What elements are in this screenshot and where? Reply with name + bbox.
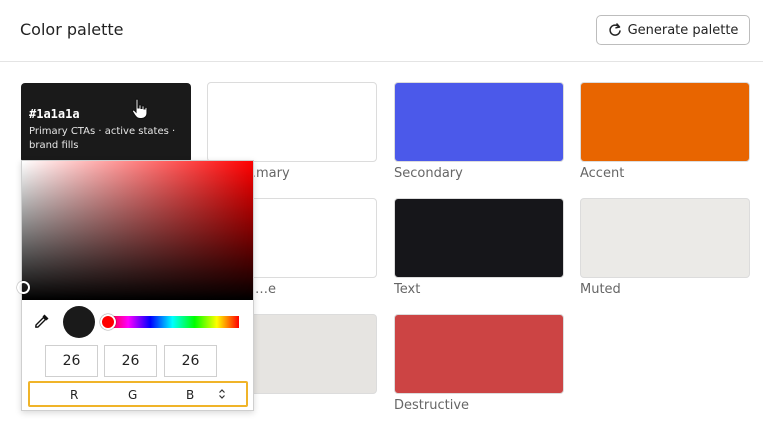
swatch-muted[interactable] — [580, 198, 750, 278]
blue-input[interactable] — [164, 345, 217, 377]
chevron-updown-icon[interactable] — [218, 388, 226, 400]
eyedropper-icon[interactable] — [34, 313, 50, 329]
color-preview — [63, 306, 95, 338]
refresh-sparkle-icon — [608, 23, 621, 36]
swatch-primary[interactable]: #1a1a1a Primary CTAs · active states · b… — [21, 83, 191, 163]
generate-palette-button[interactable]: Generate palette — [596, 15, 750, 45]
mode-label-b: B — [186, 388, 195, 402]
color-picker-popover: R G B — [17, 160, 254, 411]
generate-palette-label: Generate palette — [627, 22, 739, 38]
swatch-primary-foreground[interactable] — [207, 82, 377, 162]
swatch-description: Primary CTAs · active states · brand fil… — [29, 126, 176, 151]
swatch-label-secondary: Secondary — [394, 166, 463, 181]
swatch-label-muted: Muted — [580, 282, 621, 297]
hue-slider-handle[interactable] — [100, 314, 116, 330]
swatch-accent[interactable] — [580, 82, 750, 162]
color-mode-select[interactable]: R G B — [28, 381, 248, 407]
swatch-text[interactable] — [394, 198, 564, 278]
swatch-destructive[interactable] — [394, 314, 564, 394]
saturation-brightness-handle[interactable] — [17, 281, 30, 294]
mode-label-g: G — [128, 388, 138, 402]
hand-cursor-icon — [131, 98, 148, 120]
hue-slider[interactable] — [100, 314, 239, 330]
swatch-label-accent: Accent — [580, 166, 625, 181]
saturation-brightness-area[interactable] — [17, 161, 253, 300]
swatch-hex-code: #1a1a1a — [29, 107, 80, 121]
mode-label-r: R — [70, 388, 79, 402]
red-input[interactable] — [45, 345, 98, 377]
page-title: Color palette — [20, 20, 124, 39]
swatch-label-background: …e — [255, 282, 276, 297]
swatch-label-text: Text — [394, 282, 421, 297]
swatch-secondary[interactable] — [394, 82, 564, 162]
green-input[interactable] — [104, 345, 157, 377]
header: Color palette Generate palette — [0, 0, 763, 62]
swatch-label-destructive: Destructive — [394, 398, 470, 413]
